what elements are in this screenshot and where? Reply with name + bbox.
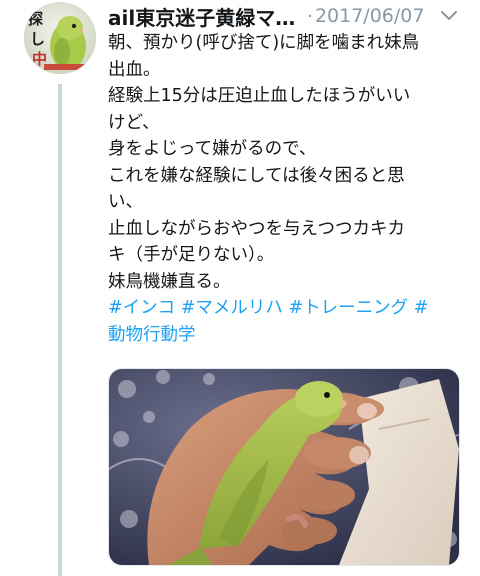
avatar[interactable]: 探 し 中 bbox=[24, 2, 96, 74]
hashtag-link[interactable]: # bbox=[414, 298, 429, 318]
tweet-line: 身をよじって嫌がるので、 bbox=[108, 139, 317, 159]
hashtag-link[interactable]: 動物行動学 bbox=[108, 325, 196, 345]
tweet-line: これを嫌な経験にしては後々困ると思 bbox=[108, 165, 405, 186]
tweet-line: 妹鳥機嫌直る。 bbox=[108, 271, 231, 292]
hashtag-line: #インコ #マメルリハ #トレーニング # bbox=[108, 295, 460, 322]
hashtag-line: 動物行動学 bbox=[108, 322, 460, 349]
avatar-badge-char-1: 探 bbox=[28, 10, 43, 28]
tweet-body: 朝、預かり(呼び捨て)に脚を噛まれ妹鳥 出血。 経験上15分は圧迫止血したほうが… bbox=[108, 30, 460, 348]
tweet-timestamp[interactable]: 2017/06/07 bbox=[315, 5, 425, 27]
tweet-line: い、 bbox=[108, 192, 143, 212]
hashtag-link[interactable]: #マメルリハ bbox=[181, 298, 283, 318]
tweet-line: 出血。 bbox=[108, 59, 161, 80]
tweet-line: 経験上15分は圧迫止血したほうがいい bbox=[108, 86, 411, 106]
header-separator: · bbox=[307, 5, 313, 27]
avatar-badge-char-2: し bbox=[30, 30, 45, 48]
tweet-media-photo[interactable] bbox=[108, 368, 460, 566]
tweet-line: 止血しながらおやつを与えつつカキカ bbox=[108, 218, 405, 239]
tweet-line: けど、 bbox=[108, 112, 160, 133]
hashtag-link[interactable]: #インコ bbox=[108, 298, 175, 318]
avatar-image: 探 し 中 bbox=[24, 2, 96, 74]
tweet-line: キ（手が足りない）。 bbox=[108, 245, 275, 265]
tweet-header: ail東京迷子黄緑マ… · 2017/06/07 bbox=[108, 2, 468, 30]
author-display-name[interactable]: ail東京迷子黄緑マ… bbox=[108, 2, 295, 31]
parrotlet-photo bbox=[109, 369, 459, 565]
hashtag-link[interactable]: #トレーニング bbox=[289, 298, 409, 318]
tweet-line: 朝、預かり(呼び捨て)に脚を噛まれ妹鳥 bbox=[108, 33, 420, 53]
chevron-down-icon[interactable] bbox=[440, 8, 458, 24]
thread-connector-line bbox=[58, 84, 62, 576]
